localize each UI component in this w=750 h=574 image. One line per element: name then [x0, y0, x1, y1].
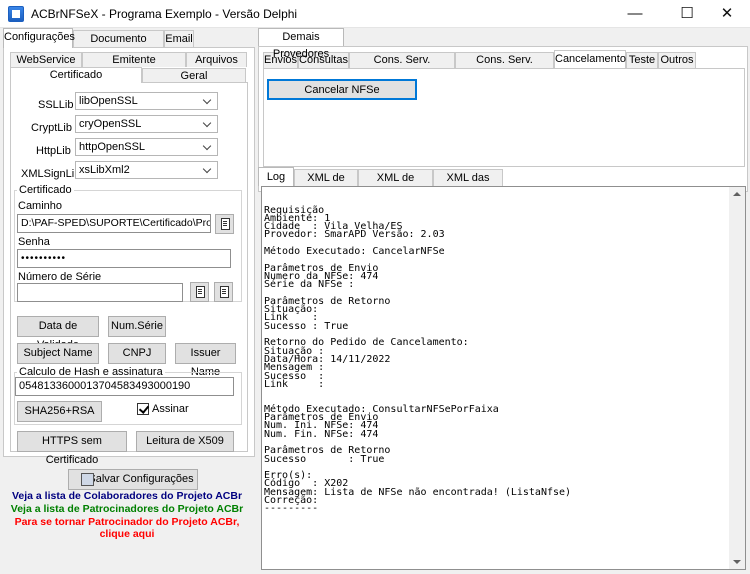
scroll-down-icon[interactable]: [733, 560, 741, 564]
window-title: ACBrNFSeX - Programa Exemplo - Versão De…: [31, 7, 298, 21]
chevron-down-icon: [204, 97, 212, 105]
tab-webservice[interactable]: WebService: [10, 52, 82, 67]
app-icon: [8, 6, 24, 22]
left-tabbar: Configurações Documento Auxiliar Email: [3, 28, 255, 62]
browse-caminho-button[interactable]: [215, 214, 234, 234]
minimize-button[interactable]: —: [612, 0, 658, 28]
leitura-x509-button[interactable]: Leitura de X509: [136, 431, 234, 452]
log-line: Requisição: [264, 204, 325, 216]
log-line: Mensagem: Lista de NFSe não encontrada! …: [264, 486, 572, 498]
log-line: Método Executado: CancelarNFSe: [264, 246, 445, 258]
numero-serie-input[interactable]: [17, 283, 183, 302]
provider-tabbar: Envios Consultas Cons. Serv. Prestados C…: [263, 50, 745, 81]
tab-emitente[interactable]: Emitente: [82, 52, 186, 67]
link-patrocinador-2[interactable]: clique aqui: [0, 528, 254, 540]
link-patrocinadores[interactable]: Veja a lista de Patrocinadores do Projet…: [0, 503, 254, 515]
https-sem-certificado-button[interactable]: HTTPS sem Certificado: [17, 431, 127, 466]
cryptlib-select[interactable]: cryOpenSSL: [75, 115, 218, 133]
tab-configuracoes[interactable]: Configurações: [3, 28, 75, 48]
log-line: Série da NFSe :: [264, 279, 355, 291]
chevron-down-icon: [204, 120, 212, 128]
data-validade-button[interactable]: Data de Validade: [17, 316, 99, 351]
salvar-configuracoes-button[interactable]: Salvar Configurações: [68, 469, 198, 490]
caminho-input[interactable]: D:\PAF-SPED\SUPORTE\Certificado\ProContr: [17, 214, 211, 233]
log-line: Sucesso : True: [264, 320, 349, 332]
xmlsignlib-value: xsLibXml2: [79, 164, 130, 176]
link-colaboradores[interactable]: Veja a lista de Colaboradores do Projeto…: [0, 490, 254, 502]
tab-demais-provedores[interactable]: Demais Provedores: [258, 28, 344, 60]
select-serie-button[interactable]: [190, 282, 209, 302]
log-line: Mensagem :: [264, 362, 325, 374]
subject-name-button[interactable]: Subject Name: [17, 343, 99, 364]
certificado-group-title: Certificado: [17, 184, 74, 196]
tab-teste[interactable]: Teste: [626, 52, 658, 68]
cancelamento-page: Cancelar NFSe: [263, 68, 745, 167]
right-top-area: Demais Provedores Envios Consultas Cons.…: [258, 28, 748, 192]
assinar-checkbox[interactable]: [137, 403, 149, 415]
tab-certificado[interactable]: Certificado: [10, 67, 142, 83]
xmlsignlib-select[interactable]: xsLibXml2: [75, 161, 218, 179]
httplib-label: HttpLib: [36, 145, 71, 157]
tab-outros[interactable]: Outros: [658, 52, 696, 68]
log-line: ---------: [264, 503, 319, 515]
title-bar: ACBrNFSeX - Programa Exemplo - Versão De…: [0, 0, 750, 28]
ssllib-select[interactable]: libOpenSSL: [75, 92, 218, 110]
scroll-up-icon[interactable]: [733, 192, 741, 196]
cnpj-button[interactable]: CNPJ: [108, 343, 166, 364]
ssllib-value: libOpenSSL: [79, 95, 138, 107]
tab-email[interactable]: Email: [164, 30, 194, 48]
log-line: Parâmetros de Retorno: [264, 295, 391, 307]
cancelar-nfse-button[interactable]: Cancelar NFSe: [267, 79, 417, 100]
log-scrollbar[interactable]: [729, 187, 745, 569]
numero-serie-label: Número de Série: [18, 271, 102, 283]
chevron-down-icon: [204, 143, 212, 151]
xmlsignlib-label: XMLSignLib: [21, 168, 81, 180]
cryptlib-value: cryOpenSSL: [79, 118, 142, 130]
log-line: Sucesso :: [264, 370, 325, 382]
tab-cons-serv-tomados[interactable]: Cons. Serv. Tomados: [455, 52, 554, 81]
log-line: Provedor: SmarAPD Versão: 2.03: [264, 229, 445, 241]
assinar-label: Assinar: [152, 403, 189, 415]
tab-geral[interactable]: Geral: [142, 68, 246, 83]
save-icon: [81, 473, 94, 486]
tab-log[interactable]: Log: [258, 167, 294, 186]
ssllib-label: SSLLib: [38, 99, 74, 111]
httplib-select[interactable]: httpOpenSSL: [75, 138, 218, 156]
log-line: Sucesso : True: [264, 453, 385, 465]
tab-xml-retorno[interactable]: XML de Retorno: [358, 169, 433, 200]
sha256-rsa-button[interactable]: SHA256+RSA: [17, 401, 102, 422]
issuer-name-button[interactable]: Issuer Name: [175, 343, 236, 378]
senha-input[interactable]: ••••••••••: [17, 249, 231, 268]
config-panel: WebService Emitente Arquivos Certificado…: [3, 47, 255, 466]
tab-xml-envio[interactable]: XML de Envio: [294, 169, 358, 200]
tab-documento-auxiliar[interactable]: Documento Auxiliar: [73, 30, 164, 62]
log-line: Num. Fin. NFSe: 474: [264, 428, 379, 440]
hash-input[interactable]: 0548133600013704583493000190: [15, 377, 234, 396]
caminho-label: Caminho: [18, 200, 63, 212]
certificado-page: SSLLib libOpenSSL CryptLib cryOpenSSL Ht…: [10, 82, 248, 466]
tab-cancelamento[interactable]: Cancelamento: [554, 50, 626, 68]
log-line: Situação:: [264, 304, 319, 316]
senha-label: Senha: [18, 236, 50, 248]
close-button[interactable]: ✕: [704, 0, 750, 28]
link-patrocinador-1[interactable]: Para se tornar Patrocinador do Projeto A…: [0, 516, 254, 528]
log-line: Correção:: [264, 494, 319, 506]
chevron-down-icon: [204, 166, 212, 174]
log-memo[interactable]: Requisição Ambiente: 1 Cidade : Vila Velha…: [261, 186, 746, 570]
log-line: Data/Hora: 14/11/2022: [264, 353, 391, 365]
httplib-value: httpOpenSSL: [79, 141, 146, 153]
lookup-serie-button[interactable]: [214, 282, 233, 302]
tab-arquivos[interactable]: Arquivos: [186, 52, 247, 67]
tab-cons-serv-prestados[interactable]: Cons. Serv. Prestados: [349, 52, 455, 81]
tab-xml-notas[interactable]: XML das Notas: [433, 169, 503, 200]
log-tabbar: Log XML de Envio XML de Retorno XML das …: [258, 167, 748, 200]
log-line: Link :: [264, 378, 325, 390]
log-text: Requisição Ambiente: 1 Cidade : Vila Velha…: [264, 204, 745, 515]
cryptlib-label: CryptLib: [31, 122, 72, 134]
log-line: Retorno do Pedido de Cancelamento:: [264, 337, 469, 349]
num-serie-button[interactable]: Num.Série: [108, 316, 166, 337]
